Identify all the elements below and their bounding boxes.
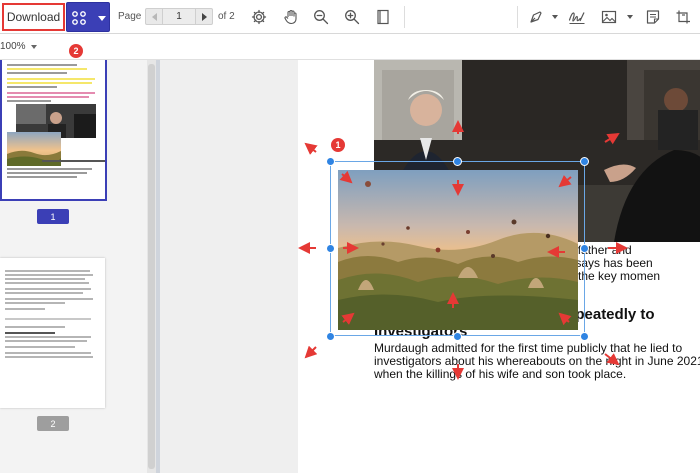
- thumbnail-sidebar: 1 2: [0, 60, 146, 473]
- chevron-left-icon: [151, 12, 157, 21]
- resize-handle-top-left[interactable]: [326, 157, 335, 166]
- next-page-button[interactable]: [196, 9, 212, 24]
- page-thumbnail-2[interactable]: [0, 258, 105, 408]
- thumbnail-text-line: [7, 78, 95, 80]
- thumbnail-text-line: [7, 82, 92, 84]
- crop-frame-icon: [676, 10, 690, 24]
- thumbnail-view-button[interactable]: [66, 2, 110, 32]
- settings-button[interactable]: [248, 6, 270, 28]
- thumbnail-text-line: [5, 352, 91, 354]
- page-label: Page: [118, 11, 142, 22]
- document-viewport[interactable]: loving father and r what it says has bee…: [160, 60, 700, 473]
- thumbnail-text-line: [42, 160, 105, 162]
- thumbnail-text-line: [7, 176, 77, 178]
- zoom-in-icon: [345, 10, 360, 25]
- page-total: of 2: [218, 11, 235, 22]
- select-area-button[interactable]: [672, 6, 694, 28]
- thumbnail-text-line: [5, 326, 65, 328]
- doc-body-line-3: when the killings of his wife and son to…: [374, 367, 627, 381]
- chevron-right-icon: [201, 12, 207, 21]
- thumbnail-text-line: [5, 288, 91, 290]
- page-number-input[interactable]: [162, 9, 196, 24]
- comment-button[interactable]: [642, 6, 664, 28]
- download-button[interactable]: Download: [2, 3, 65, 31]
- thumbnail-text-line: [5, 340, 87, 342]
- insert-image-button[interactable]: [598, 6, 620, 28]
- thumbnail-text-line: [5, 356, 93, 358]
- page-navigator: [145, 8, 213, 25]
- thumbnail-text-line: [5, 318, 91, 320]
- chevron-down-icon: [98, 16, 106, 21]
- gear-icon: [251, 9, 267, 25]
- note-icon: [646, 10, 660, 24]
- step-badge-1: 1: [331, 138, 345, 152]
- pdf-editor-app: Download 2 Page of 2: [0, 0, 700, 473]
- thumbnail-text-line: [5, 278, 85, 280]
- thumbnail-text-line: [7, 92, 95, 94]
- thumbnail-text-line: [5, 270, 90, 272]
- toolbar-divider: [517, 6, 518, 28]
- resize-handle-bottom-right[interactable]: [580, 332, 589, 341]
- signature-button[interactable]: [566, 6, 588, 28]
- thumbnail-text-line: [5, 332, 55, 334]
- pen-icon: [530, 11, 542, 23]
- resize-handle-bottom-center[interactable]: [453, 332, 462, 341]
- signature-icon: [568, 12, 585, 24]
- resize-handle-top-center[interactable]: [453, 157, 462, 166]
- zoom-dropdown[interactable]: [31, 45, 37, 49]
- page-thumbnail-1[interactable]: [0, 60, 107, 201]
- thumbnail-text-line: [7, 172, 87, 174]
- doc-body-line-1: Murdaugh admitted for the first time pub…: [374, 341, 683, 355]
- resize-handle-middle-right[interactable]: [580, 244, 589, 253]
- thumbnail-text-line: [7, 100, 51, 102]
- image-selection-frame[interactable]: [330, 161, 585, 336]
- thumbnail-1-badge[interactable]: 1: [37, 209, 69, 224]
- resize-handle-top-right[interactable]: [580, 157, 589, 166]
- thumbnail-text-line: [5, 336, 91, 338]
- toolbar-divider: [404, 6, 405, 28]
- previous-page-button[interactable]: [146, 9, 162, 24]
- insert-image-dropdown[interactable]: [627, 15, 633, 19]
- zoom-out-icon: [314, 10, 329, 25]
- draw-tool-button[interactable]: [525, 6, 547, 28]
- step-badge-2: 2: [69, 44, 83, 58]
- resize-handle-bottom-left[interactable]: [326, 332, 335, 341]
- single-page-icon: [377, 9, 389, 25]
- thumbnail-text-line: [7, 64, 77, 66]
- thumbnail-text-line: [5, 282, 89, 284]
- zoom-level[interactable]: 100%: [0, 41, 26, 52]
- thumbnail-text-line: [5, 302, 65, 304]
- hand-icon: [284, 9, 297, 25]
- doc-body-line-2: investigators about his whereabouts on t…: [374, 354, 700, 368]
- image-icon: [601, 10, 617, 24]
- zoom-bar: 100%: [0, 34, 700, 60]
- thumbnail-text-line: [5, 274, 93, 276]
- page-layout-button[interactable]: [372, 6, 394, 28]
- zoom-out-button[interactable]: [310, 6, 332, 28]
- zoom-in-button[interactable]: [341, 6, 363, 28]
- thumbnail-text-line: [7, 168, 92, 170]
- grid-icon: [72, 11, 86, 25]
- draw-tool-dropdown[interactable]: [552, 15, 558, 19]
- thumbnail-text-line: [7, 96, 89, 98]
- thumbnail-text-line: [5, 308, 45, 310]
- thumbnail-text-line: [5, 292, 83, 294]
- thumbnail-text-line: [7, 72, 67, 74]
- main-toolbar: Download 2 Page of 2: [0, 0, 700, 58]
- thumbnail-2-badge[interactable]: 2: [37, 416, 69, 431]
- thumbnail-text-line: [7, 68, 87, 70]
- thumbnail-text-line: [5, 298, 93, 300]
- sidebar-scrollbar[interactable]: [148, 64, 155, 469]
- thumbnail-text-line: [7, 86, 57, 88]
- pan-tool-button[interactable]: [280, 6, 302, 28]
- resize-handle-middle-left[interactable]: [326, 244, 335, 253]
- thumbnail-text-line: [5, 346, 75, 348]
